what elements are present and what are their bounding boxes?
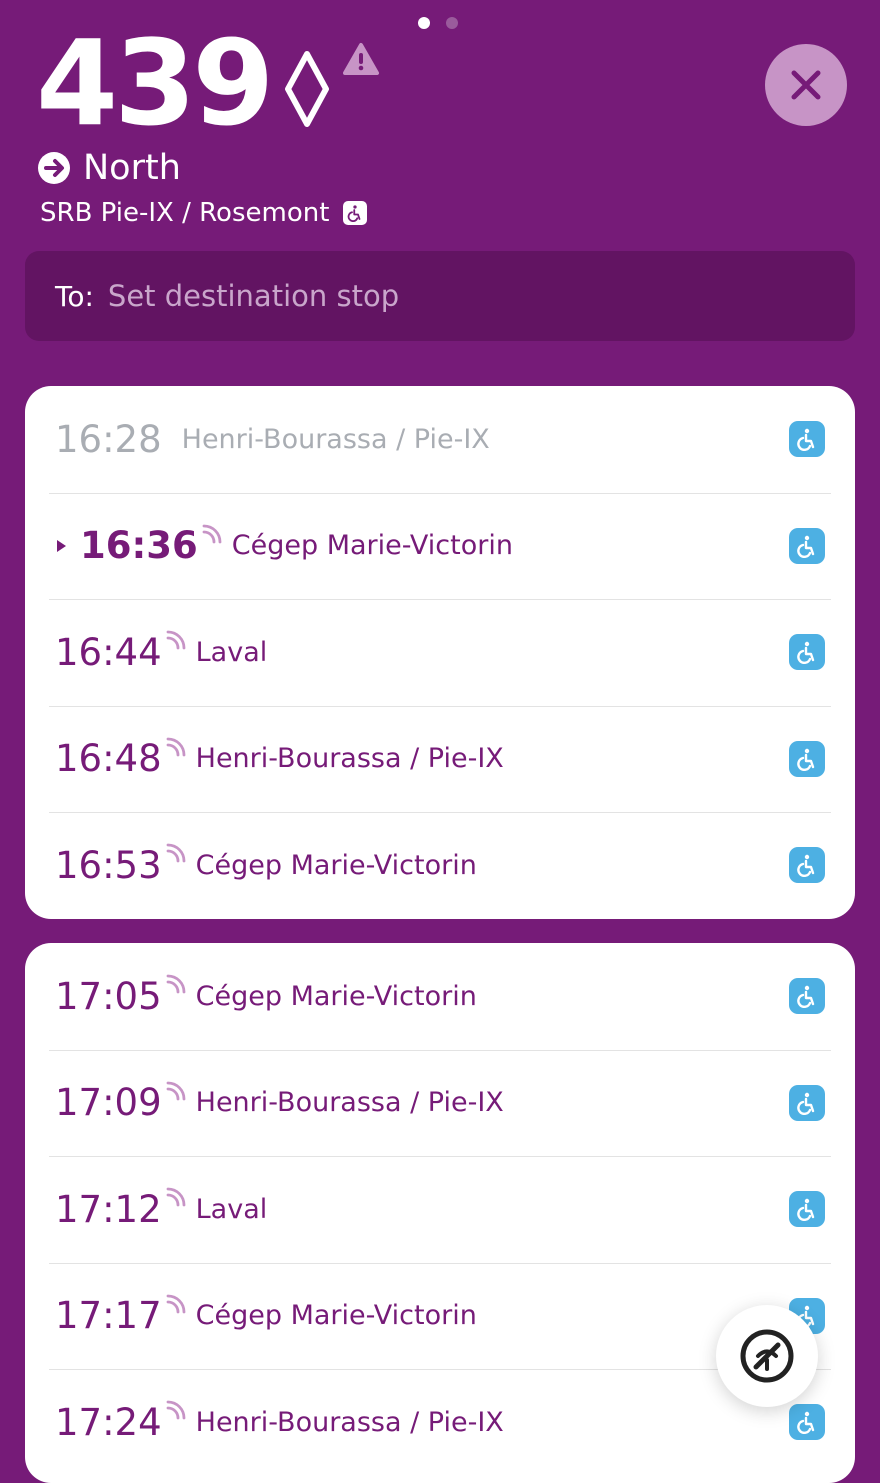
wheelchair-icon (789, 847, 825, 884)
close-button[interactable] (765, 44, 847, 126)
departure-time: 17:12 (55, 1187, 162, 1231)
realtime-signal-icon (202, 524, 222, 544)
realtime-signal-icon (166, 1081, 186, 1101)
wheelchair-icon (789, 740, 825, 777)
wheelchair-icon (789, 1084, 825, 1121)
stop-info: SRB Pie-IX / Rosemont (40, 198, 368, 228)
departure-time: 16:36 (80, 524, 198, 568)
wheelchair-icon (789, 634, 825, 671)
page-dot[interactable] (446, 17, 458, 29)
realtime-signal-icon (166, 630, 186, 650)
departure-time: 17:17 (55, 1294, 162, 1338)
schedule-row[interactable]: 17:12 Laval (25, 1156, 855, 1263)
wheelchair-icon (789, 421, 825, 458)
schedule-row[interactable]: 16:53 Cégep Marie-Victorin (25, 812, 855, 919)
trip-destination: Henri-Bourassa / Pie-IX (195, 743, 504, 775)
schedule-card-2: 17:05 Cégep Marie-Victorin 17:09 Henri-B… (25, 943, 855, 1483)
departure-time: 17:05 (55, 974, 162, 1018)
schedule-row[interactable]: 16:48 Henri-Bourassa / Pie-IX (25, 705, 855, 813)
trip-destination: Cégep Marie-Victorin (231, 530, 513, 562)
schedule-row[interactable]: 17:05 Cégep Marie-Victorin (25, 943, 855, 1050)
trip-destination: Henri-Bourassa / Pie-IX (195, 1406, 504, 1438)
wheelchair-icon (343, 201, 368, 225)
trip-destination: Cégep Marie-Victorin (195, 980, 477, 1012)
departure-time: 16:44 (55, 630, 162, 674)
destination-stop-selector[interactable]: To: Set destination stop (25, 251, 855, 341)
play-icon (57, 539, 66, 552)
wheelchair-icon (789, 1404, 825, 1441)
realtime-signal-icon (166, 737, 186, 757)
realtime-signal-icon (166, 1187, 186, 1207)
page-indicator (418, 17, 458, 29)
trip-destination: Henri-Bourassa / Pie-IX (195, 1087, 504, 1119)
departure-time: 16:48 (55, 737, 162, 781)
schedule-row[interactable]: 16:44 Laval (25, 599, 855, 706)
close-icon (791, 70, 821, 100)
wheelchair-icon (789, 527, 825, 564)
trip-destination: Laval (195, 636, 268, 668)
diamond-icon (285, 51, 329, 127)
trip-destination: Cégep Marie-Victorin (195, 849, 477, 881)
realtime-signal-icon (166, 843, 186, 863)
wheelchair-icon (789, 978, 825, 1015)
trip-destination: Laval (195, 1193, 268, 1225)
departure-time: 16:28 (55, 417, 162, 461)
realtime-signal-icon (166, 974, 186, 994)
direction: North (37, 148, 181, 188)
realtime-signal-icon (166, 1294, 186, 1314)
destination-label: To: (55, 279, 94, 313)
schedule-row[interactable]: 16:28 Henri-Bourassa / Pie-IX (25, 386, 855, 493)
realtime-signal-icon (166, 1400, 186, 1420)
alert-triangle-icon[interactable] (342, 42, 380, 76)
direction-label: North (83, 148, 181, 188)
schedule-card-1: 16:28 Henri-Bourassa / Pie-IX 16:36 Cége… (25, 386, 855, 919)
departure-time: 17:24 (55, 1400, 162, 1444)
departure-time: 16:53 (55, 843, 162, 887)
arrow-right-circle-icon (38, 152, 70, 184)
destination-placeholder: Set destination stop (107, 279, 400, 313)
stop-name: SRB Pie-IX / Rosemont (40, 198, 330, 228)
trip-destination: Cégep Marie-Victorin (195, 1300, 477, 1332)
no-bus-filter-button[interactable] (716, 1305, 818, 1407)
wheelchair-icon (789, 1191, 825, 1228)
no-bus-icon (740, 1329, 794, 1383)
route-number: 439 (36, 14, 274, 152)
schedule-row[interactable]: 17:09 Henri-Bourassa / Pie-IX (25, 1049, 855, 1157)
trip-destination: Henri-Bourassa / Pie-IX (181, 423, 490, 455)
page-dot-active[interactable] (418, 17, 430, 29)
schedule-row-next[interactable]: 16:36 Cégep Marie-Victorin (25, 492, 855, 600)
departure-time: 17:09 (55, 1081, 162, 1125)
